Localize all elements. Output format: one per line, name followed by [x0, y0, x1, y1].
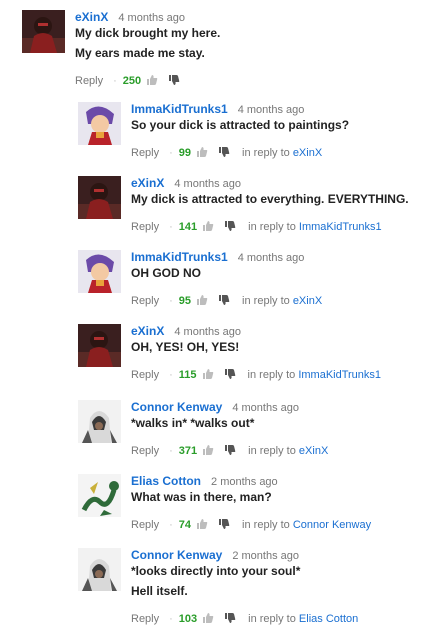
like-count: 371 [178, 445, 198, 457]
connor-avatar[interactable] [78, 548, 121, 591]
thumbs-up-icon[interactable] [202, 612, 214, 627]
reply-button[interactable]: Reply [131, 445, 159, 457]
like-count: 95 [178, 295, 192, 307]
author-link[interactable]: Connor Kenway [131, 400, 222, 414]
comment-text: Hell itself. [131, 584, 188, 598]
in-reply-label: in reply to [248, 613, 296, 625]
separator-dot: · [113, 75, 117, 87]
in-reply-to-link[interactable]: ImmaKidTrunks1 [299, 221, 382, 233]
in-reply-label: in reply to [248, 221, 296, 233]
trunks-avatar[interactable] [78, 250, 121, 293]
timestamp: 2 months ago [211, 476, 278, 488]
in-reply-to-link[interactable]: eXinX [293, 295, 322, 307]
thumbs-up-icon[interactable] [146, 74, 158, 89]
comment-text: My dick is attracted to everything. EVER… [131, 192, 409, 206]
author-link[interactable]: eXinX [131, 324, 164, 338]
reply-button[interactable]: Reply [131, 147, 159, 159]
reply-button[interactable]: Reply [131, 221, 159, 233]
thumbs-up-icon[interactable] [196, 294, 208, 309]
thumbs-down-icon[interactable] [224, 612, 236, 627]
thumbs-down-icon[interactable] [218, 518, 230, 533]
comment-text: *walks in* *walks out* [131, 416, 255, 430]
thumbs-up-icon[interactable] [202, 220, 214, 235]
separator-dot: · [169, 221, 173, 233]
exinx-avatar[interactable] [22, 10, 65, 53]
timestamp: 4 months ago [232, 402, 299, 414]
separator-dot: · [169, 369, 173, 381]
thumbs-down-icon[interactable] [218, 146, 230, 161]
dragon-avatar[interactable] [78, 474, 121, 517]
separator-dot: · [169, 147, 173, 159]
exinx-avatar[interactable] [78, 176, 121, 219]
separator-dot: · [169, 445, 173, 457]
timestamp: 4 months ago [174, 326, 242, 338]
like-count: 115 [178, 369, 197, 381]
comment-text: OH, YES! OH, YES! [131, 340, 240, 354]
like-count: 99 [178, 147, 192, 159]
in-reply-to-link[interactable]: eXinX [293, 147, 322, 159]
author-link[interactable]: ImmaKidTrunks1 [131, 102, 228, 116]
thumbs-up-icon[interactable] [202, 444, 214, 459]
comment-text: My ears made me stay. [75, 46, 205, 60]
timestamp: 4 months ago [118, 12, 186, 24]
comment-text: *looks directly into your soul* [131, 564, 301, 578]
like-count: 74 [178, 519, 192, 531]
timestamp: 4 months ago [237, 104, 305, 116]
like-count: 250 [122, 75, 142, 87]
comment-text: What was in there, man? [131, 490, 272, 504]
separator-dot: · [169, 519, 173, 531]
in-reply-label: in reply to [242, 147, 290, 159]
author-link[interactable]: ImmaKidTrunks1 [131, 250, 228, 264]
author-link[interactable]: Elias Cotton [131, 474, 201, 488]
in-reply-to-link[interactable]: ImmaKidTrunks1 [298, 369, 381, 381]
separator-dot: · [169, 613, 173, 625]
connor-avatar[interactable] [78, 400, 121, 443]
thumbs-up-icon[interactable] [202, 368, 214, 383]
thumbs-up-icon[interactable] [196, 146, 208, 161]
reply-button[interactable]: Reply [131, 369, 159, 381]
comment-text: So your dick is attracted to paintings? [131, 118, 350, 132]
thumbs-down-icon[interactable] [224, 220, 236, 235]
thumbs-down-icon[interactable] [224, 368, 236, 383]
reply-button[interactable]: Reply [131, 613, 159, 625]
in-reply-to-link[interactable]: Elias Cotton [299, 613, 358, 625]
author-link[interactable]: eXinX [75, 10, 108, 24]
comment-text: OH GOD NO [131, 266, 202, 280]
like-count: 103 [178, 613, 198, 625]
reply-button[interactable]: Reply [131, 519, 159, 531]
timestamp: 4 months ago [237, 252, 305, 264]
timestamp: 4 months ago [174, 178, 242, 190]
thumbs-down-icon[interactable] [168, 74, 180, 89]
reply-button[interactable]: Reply [131, 295, 159, 307]
in-reply-label: in reply to [242, 519, 290, 531]
comment-text: My dick brought my here. [75, 26, 221, 40]
timestamp: 2 months ago [232, 550, 299, 562]
in-reply-to-link[interactable]: Connor Kenway [293, 519, 371, 531]
trunks-avatar[interactable] [78, 102, 121, 145]
exinx-avatar[interactable] [78, 324, 121, 367]
in-reply-label: in reply to [242, 295, 290, 307]
thumbs-up-icon[interactable] [196, 518, 208, 533]
reply-button[interactable]: Reply [75, 75, 103, 87]
like-count: 141 [178, 221, 198, 233]
separator-dot: · [169, 295, 173, 307]
thumbs-down-icon[interactable] [224, 444, 236, 459]
in-reply-label: in reply to [247, 369, 296, 381]
in-reply-to-link[interactable]: eXinX [299, 445, 328, 457]
thumbs-down-icon[interactable] [218, 294, 230, 309]
in-reply-label: in reply to [248, 445, 296, 457]
author-link[interactable]: Connor Kenway [131, 548, 222, 562]
author-link[interactable]: eXinX [131, 176, 164, 190]
